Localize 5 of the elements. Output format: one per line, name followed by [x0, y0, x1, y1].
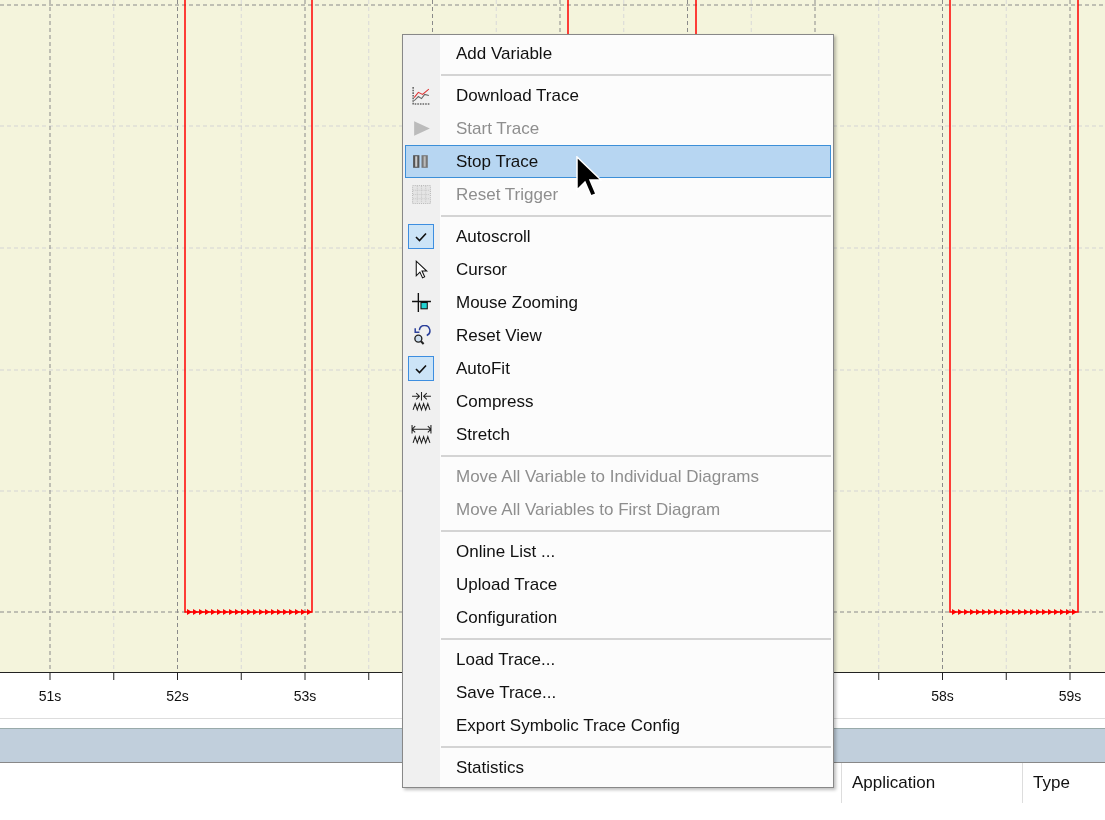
tick-label: 59s — [1058, 688, 1082, 704]
tick-label: 58s — [931, 688, 954, 704]
tick-label: 51s — [38, 688, 62, 704]
tick-label: 53s — [293, 688, 317, 704]
tick-label: 52s — [166, 688, 189, 704]
